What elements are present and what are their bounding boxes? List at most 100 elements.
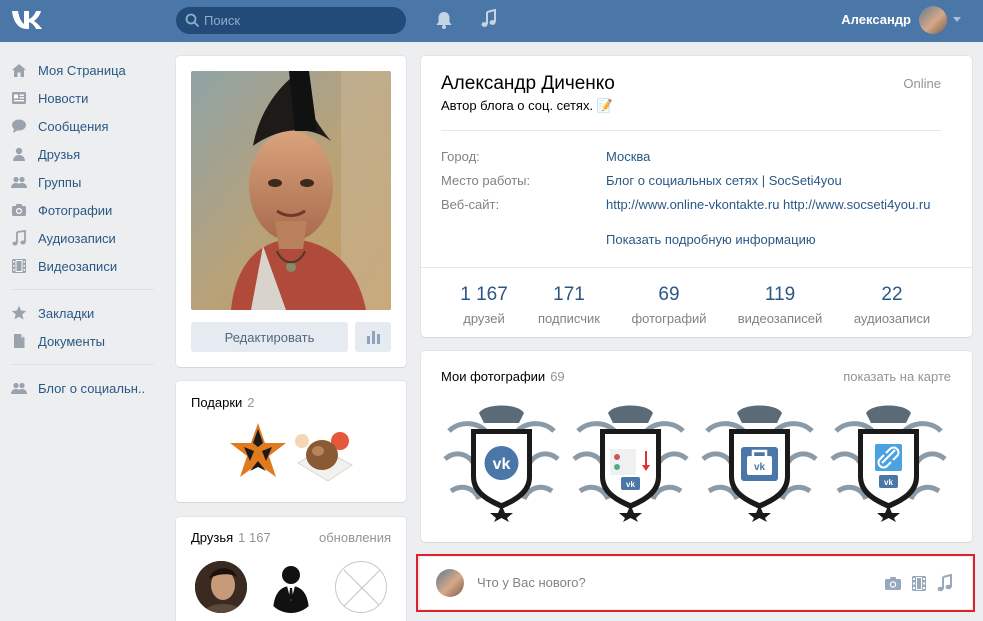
sidebar-item-audio[interactable]: Аудиозаписи [0, 224, 160, 252]
sidebar-item-news[interactable]: Новости [0, 84, 160, 112]
friend-avatar[interactable] [265, 561, 317, 613]
vk-logo-icon[interactable] [10, 7, 44, 33]
gifts-title: Подарки [191, 395, 243, 410]
sidebar-item-groups[interactable]: Группы [0, 168, 160, 196]
news-icon [12, 92, 26, 104]
my-photos-card: Мои фотографии 69 показать на карте vk v… [421, 351, 972, 542]
sidebar-item-my-page[interactable]: Моя Страница [0, 56, 160, 84]
sidebar-item-friends[interactable]: Друзья [0, 140, 160, 168]
counter-label: видеозаписей [737, 311, 823, 326]
sidebar-item-label: Моя Страница [38, 62, 126, 78]
friends-updates-link[interactable]: обновления [319, 530, 391, 545]
document-icon [14, 334, 25, 348]
sidebar-divider [11, 289, 154, 290]
profile-photo[interactable] [191, 71, 391, 310]
header-user-name[interactable]: Александр [841, 12, 911, 27]
sidebar-item-video[interactable]: Видеозаписи [0, 252, 160, 280]
groups-icon [11, 176, 27, 188]
counter-audio[interactable]: 22 аудиозаписи [837, 284, 947, 326]
sidebar-item-blog-group[interactable]: Блог о социальн.. [0, 374, 160, 402]
counter-photos[interactable]: 69 фотографий [614, 284, 724, 326]
info-value-website[interactable]: http://www.online-vkontakte.ru http://ww… [606, 197, 930, 212]
divider [441, 130, 941, 131]
profile-photo-image [191, 71, 391, 310]
gift-ribbon-star[interactable] [228, 421, 288, 487]
bar-chart-icon [367, 331, 380, 344]
video-icon [12, 259, 26, 273]
profile-photo-card: Редактировать [176, 56, 406, 367]
sidebar-item-documents[interactable]: Документы [0, 327, 160, 355]
photos-count: 69 [550, 369, 565, 384]
friend-avatar[interactable] [195, 561, 247, 613]
friend-photo [195, 561, 247, 613]
search-box[interactable]: Поиск [176, 7, 406, 34]
counter-label: фотографий [631, 311, 707, 326]
search-input[interactable]: Поиск [204, 13, 240, 28]
photos-header[interactable]: Мои фотографии 69 [441, 369, 565, 384]
svg-text:vk: vk [493, 456, 511, 473]
group-icon [11, 382, 27, 394]
sidebar-item-messages[interactable]: Сообщения [0, 112, 160, 140]
sidebar-item-bookmarks[interactable]: Закладки [0, 299, 160, 327]
info-value-work[interactable]: Блог о социальных сетях | SocSeti4you [606, 173, 842, 188]
profile-info-card: Александр Диченко Автор блога о соц. сет… [421, 56, 972, 337]
gifts-count: 2 [247, 395, 255, 410]
friend-avatar-empty[interactable] [335, 561, 387, 613]
star-icon [11, 305, 27, 320]
counter-value: 171 [553, 284, 585, 305]
crest-vk-gift: vk [570, 399, 691, 522]
info-value-city[interactable]: Москва [606, 149, 650, 164]
gift-candy[interactable] [292, 425, 356, 485]
show-on-map-link[interactable]: показать на карте [843, 369, 951, 384]
info-label-website: Веб-сайт: [441, 197, 500, 212]
sidebar-item-label: Аудиозаписи [38, 230, 116, 246]
camera-icon [12, 204, 26, 216]
sidebar-item-label: Блог о социальн.. [38, 380, 146, 396]
profile-status[interactable]: Автор блога о соц. сетях. 📝 [441, 98, 613, 114]
stats-button[interactable] [355, 322, 391, 352]
photo-thumbnail[interactable]: vk [441, 399, 562, 522]
sidebar-item-label: Фотографии [38, 202, 113, 218]
crest-vk-bag: vk [699, 399, 820, 522]
gifts-header[interactable]: Подарки 2 [191, 395, 255, 410]
show-more-info-link[interactable]: Показать подробную информацию [606, 232, 816, 247]
home-icon [12, 64, 26, 77]
counter-value: 119 [764, 284, 796, 305]
messages-icon [12, 119, 26, 133]
gifts-card[interactable]: Подарки 2 [176, 381, 406, 502]
search-icon [185, 13, 200, 28]
info-label-work: Место работы: [441, 173, 531, 188]
chevron-down-icon[interactable] [953, 17, 961, 22]
friends-header[interactable]: Друзья 1 167 [191, 530, 271, 545]
sidebar-item-label: Сообщения [38, 118, 109, 134]
sidebar-item-label: Друзья [38, 146, 81, 162]
top-bar: Поиск Александр [0, 0, 983, 42]
counter-value: 69 [658, 284, 680, 305]
music-icon [12, 230, 26, 246]
bell-icon[interactable] [435, 10, 453, 30]
edit-profile-button[interactable]: Редактировать [191, 322, 348, 352]
svg-text:vk: vk [884, 478, 893, 487]
anonymous-suit-icon [273, 566, 309, 613]
highlight-outline [416, 554, 975, 612]
sidebar-item-photos[interactable]: Фотографии [0, 196, 160, 224]
counter-subscribers[interactable]: 171 подписчик [514, 284, 624, 326]
crest-vk-link: vk [828, 399, 949, 522]
friend-icon [13, 147, 25, 161]
photo-thumbnail[interactable]: vk [699, 399, 820, 522]
friends-title: Друзья [191, 530, 234, 545]
sidebar-item-label: Документы [38, 333, 106, 349]
counter-value: 22 [881, 284, 903, 305]
sidebar-item-label: Группы [38, 174, 82, 190]
photo-thumbnail[interactable]: vk [828, 399, 949, 522]
header-avatar[interactable] [919, 6, 947, 34]
photo-thumbnail[interactable]: vk [570, 399, 691, 522]
crest-vk-logo: vk [441, 399, 562, 522]
sidebar-item-label: Видеозаписи [38, 258, 118, 274]
music-note-icon[interactable] [480, 9, 498, 29]
sidebar-item-label: Новости [38, 90, 89, 106]
counter-videos[interactable]: 119 видеозаписей [725, 284, 835, 326]
profile-name: Александр Диченко [441, 73, 615, 94]
photos-title: Мои фотографии [441, 369, 546, 384]
svg-text:vk: vk [754, 462, 766, 473]
